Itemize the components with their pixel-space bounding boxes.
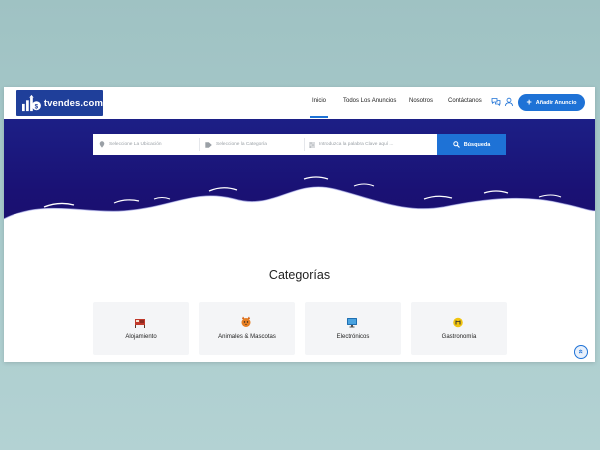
nav-inicio[interactable]: Inicio bbox=[309, 98, 329, 118]
location-pin-icon bbox=[99, 141, 105, 148]
category-card-animales-mascotas[interactable]: Animales & Mascotas bbox=[199, 302, 295, 355]
monitor-icon bbox=[347, 318, 357, 328]
category-select[interactable]: Seleccione la Categoría bbox=[205, 134, 303, 155]
user-icon[interactable] bbox=[504, 97, 514, 107]
search-icon bbox=[453, 141, 460, 148]
add-listing-label: Añadir Anuncio bbox=[535, 99, 577, 106]
chat-icon[interactable] bbox=[491, 97, 501, 107]
category-label: Alojamiento bbox=[125, 334, 157, 340]
nav-contactanos[interactable]: Contáctanos bbox=[448, 98, 482, 104]
logo-chart-icon: $ bbox=[22, 94, 41, 112]
pets-icon bbox=[241, 316, 251, 327]
location-select[interactable]: Seleccione La Ubicación bbox=[99, 134, 197, 155]
category-label: Gastronomía bbox=[441, 334, 477, 340]
lodging-icon bbox=[135, 319, 145, 328]
chevron-up-icon: « bbox=[576, 349, 586, 354]
site-logo[interactable]: $ tvendes.com bbox=[16, 90, 103, 116]
category-card-alojamiento[interactable]: Alojamiento bbox=[93, 302, 189, 355]
add-listing-button[interactable]: + Añadir Anuncio bbox=[518, 94, 585, 111]
food-icon bbox=[453, 317, 463, 328]
filter-icon bbox=[309, 141, 315, 148]
search-bar: Seleccione La Ubicación Seleccione la Ca… bbox=[93, 134, 506, 155]
logo-text: tvendes.com bbox=[43, 97, 103, 109]
category-card-electronicos[interactable]: Electrónicos bbox=[305, 302, 401, 355]
search-divider bbox=[304, 138, 305, 151]
category-label: Animales & Mascotas bbox=[218, 334, 276, 340]
keyword-placeholder: Introduzca la palabra Clave aquí ... bbox=[319, 142, 394, 147]
scroll-to-top-button[interactable]: « bbox=[574, 345, 588, 359]
keyword-input[interactable]: Introduzca la palabra Clave aquí ... bbox=[309, 134, 433, 155]
site-header: $ tvendes.com Inicio Todos Los Anuncios … bbox=[4, 87, 595, 119]
nav-nosotros[interactable]: Nosotros bbox=[409, 98, 433, 104]
search-divider bbox=[199, 138, 200, 151]
category-card-gastronomia[interactable]: Gastronomía bbox=[411, 302, 507, 355]
svg-text:$: $ bbox=[35, 103, 39, 110]
search-button-label: Búsqueda bbox=[463, 141, 491, 148]
search-button[interactable]: Búsqueda bbox=[437, 134, 506, 155]
nav-todos-los-anuncios[interactable]: Todos Los Anuncios bbox=[343, 98, 396, 104]
plus-icon: + bbox=[526, 97, 532, 107]
category-label: Electrónicos bbox=[336, 334, 370, 340]
location-placeholder: Seleccione La Ubicación bbox=[109, 142, 162, 147]
category-placeholder: Seleccione la Categoría bbox=[216, 142, 267, 147]
categories-title: Categorías bbox=[268, 268, 331, 282]
browser-viewport: $ tvendes.com Inicio Todos Los Anuncios … bbox=[4, 87, 595, 362]
tag-icon bbox=[205, 141, 212, 148]
